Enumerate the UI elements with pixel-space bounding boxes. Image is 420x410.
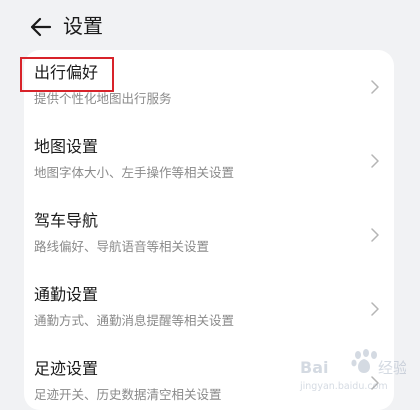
- chevron-right-icon: [370, 228, 380, 242]
- settings-item-title: 出行偏好: [34, 63, 99, 82]
- page-title: 设置: [63, 14, 103, 38]
- settings-item-subtitle: 通勤方式、通勤消息提醒等相关设置: [34, 313, 235, 328]
- settings-item-subtitle: 提供个性化地图出行服务: [34, 91, 172, 106]
- settings-item-subtitle: 足迹开关、历史数据清空相关设置: [34, 387, 222, 402]
- settings-item-map-settings[interactable]: 地图设置 地图字体大小、左手操作等相关设置: [24, 124, 394, 198]
- chevron-right-icon: [370, 80, 380, 94]
- settings-item-subtitle: 路线偏好、导航语音等相关设置: [34, 239, 210, 254]
- arrow-left-icon: [30, 17, 52, 37]
- settings-item-title: 足迹设置: [34, 359, 99, 378]
- settings-item-title: 地图设置: [34, 137, 99, 156]
- settings-item-travel-preference[interactable]: 出行偏好 提供个性化地图出行服务: [24, 50, 394, 124]
- chevron-right-icon: [370, 302, 380, 316]
- settings-item-driving-navigation[interactable]: 驾车导航 路线偏好、导航语音等相关设置: [24, 198, 394, 272]
- settings-list: 出行偏好 提供个性化地图出行服务 地图设置 地图字体大小、左手操作等相关设置 驾…: [24, 50, 394, 410]
- chevron-right-icon: [370, 154, 380, 168]
- chevron-right-icon: [370, 376, 380, 390]
- settings-item-footprint-settings[interactable]: 足迹设置 足迹开关、历史数据清空相关设置: [24, 346, 394, 410]
- back-button[interactable]: [28, 14, 54, 40]
- settings-item-subtitle: 地图字体大小、左手操作等相关设置: [34, 165, 235, 180]
- settings-item-title: 通勤设置: [34, 285, 99, 304]
- settings-item-commute-settings[interactable]: 通勤设置 通勤方式、通勤消息提醒等相关设置: [24, 272, 394, 346]
- top-bar: 设置: [0, 0, 420, 52]
- settings-item-title: 驾车导航: [34, 211, 99, 230]
